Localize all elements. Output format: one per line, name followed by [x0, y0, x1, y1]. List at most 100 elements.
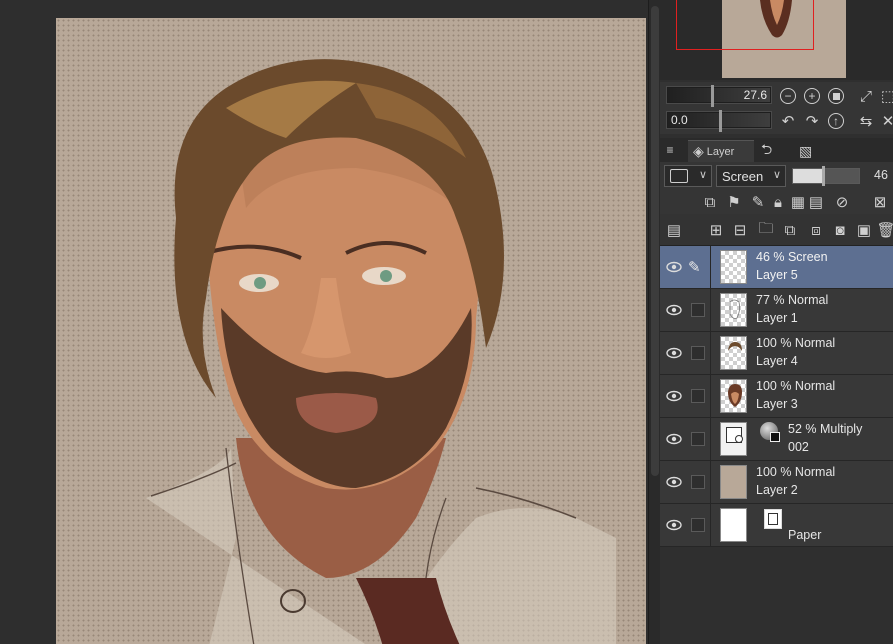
canvas-scrollbar[interactable] — [648, 0, 660, 644]
draft-layer-icon[interactable]: ✎ — [748, 192, 768, 212]
reference-layer-icon[interactable]: ⚑ — [724, 192, 744, 212]
new-raster-layer-icon[interactable]: ⊞ — [706, 220, 726, 240]
scrollbar-thumb[interactable] — [651, 6, 659, 476]
edit-target-checkbox[interactable] — [691, 475, 705, 489]
rotate-value: 0.0 — [671, 113, 688, 127]
new-folder-icon[interactable]: 🗀︎ — [756, 220, 776, 240]
layer-name: Layer 2 — [756, 483, 798, 497]
layer-thumbnail — [720, 336, 747, 370]
lock-transparent-icon[interactable]: ▦ — [788, 192, 808, 212]
layer-blend-info: 100 % Normal — [756, 465, 836, 479]
edit-target-checkbox[interactable] — [691, 303, 705, 317]
layer-row-layer-2[interactable]: 100 % Normal Layer 2 — [660, 461, 893, 504]
merge-down-icon[interactable]: ⧉ — [780, 220, 800, 240]
clip-studio-window: 27.6 − + ⤢ ⬚ 0.0 ↶ ↷ ↑ ⇆ ✕ ≡ ◈ Layer ⮌ ▧… — [0, 0, 893, 644]
actual-size-icon[interactable]: ⬚ — [878, 86, 893, 106]
mask-icon[interactable]: ◙ — [830, 220, 850, 240]
right-panel: 27.6 − + ⤢ ⬚ 0.0 ↶ ↷ ↑ ⇆ ✕ ≡ ◈ Layer ⮌ ▧… — [660, 0, 893, 644]
rotate-left-icon[interactable]: ↶ — [778, 111, 798, 131]
layer-row-paper[interactable]: Paper — [660, 504, 893, 547]
layer-thumbnail — [720, 508, 747, 542]
edit-target-checkbox[interactable] — [691, 389, 705, 403]
portrait-painting — [146, 59, 616, 644]
blend-mode-row: ∨ Screen ∨ 46 — [660, 162, 893, 190]
paper-icon — [764, 509, 782, 529]
zoom-value: 27.6 — [743, 88, 767, 102]
zoom-out-icon[interactable]: − — [778, 86, 798, 106]
palette-menu-icon[interactable]: ≡ — [662, 140, 678, 160]
chevron-down-icon: ∨ — [772, 169, 781, 181]
layer-blend-info: 52 % Multiply — [788, 422, 863, 436]
material-icon — [760, 422, 782, 444]
layer-name: Layer 1 — [756, 311, 798, 325]
layer-row-002[interactable]: 52 % Multiply 002 — [660, 418, 893, 461]
fit-window-icon[interactable]: ⤢ — [856, 86, 876, 106]
layer-thumbnail — [720, 465, 747, 499]
tab-material[interactable]: ▧ — [794, 140, 828, 162]
zoom-in-icon[interactable]: + — [802, 86, 822, 106]
rotate-slider[interactable]: 0.0 — [666, 110, 772, 132]
visibility-eye-icon[interactable] — [666, 388, 682, 404]
visibility-eye-icon[interactable] — [666, 302, 682, 318]
visibility-eye-icon[interactable] — [666, 431, 682, 447]
visibility-eye-icon[interactable] — [666, 517, 682, 533]
layer-name: Layer 3 — [756, 397, 798, 411]
layers-icon: ◈ — [693, 143, 704, 159]
transfer-down-icon[interactable]: ⧈ — [806, 220, 826, 240]
delete-layer-icon[interactable]: 🗑︎ — [876, 220, 893, 240]
visibility-eye-icon[interactable] — [666, 345, 682, 361]
visibility-eye-icon[interactable] — [666, 259, 682, 275]
lock-layer-icon[interactable]: 🔒︎ — [768, 192, 788, 212]
edit-target-checkbox[interactable] — [691, 346, 705, 360]
blend-mode-dropdown[interactable]: Screen ∨ — [716, 165, 786, 187]
chevron-down-icon: ∨ — [698, 169, 707, 181]
flip-vertical-icon[interactable]: ✕ — [878, 111, 893, 131]
opacity-slider[interactable] — [792, 166, 860, 186]
layer-name: Paper — [788, 528, 822, 542]
ruler-icon[interactable]: ⊘ — [832, 192, 852, 212]
layer-name: Layer 5 — [756, 268, 798, 282]
canvas-artwork[interactable] — [56, 18, 646, 644]
layer-color-dropdown[interactable]: ∨ — [664, 165, 712, 187]
enable-mask-icon[interactable]: ▤ — [806, 192, 826, 212]
clip-to-layer-below-icon[interactable]: ⧉ — [700, 192, 720, 212]
canvas-area[interactable] — [0, 0, 648, 644]
new-vector-layer-icon[interactable]: ⊟ — [730, 220, 750, 240]
palette-tabs: ≡ ◈ Layer ⮌ ▧ — [660, 138, 893, 162]
edit-target-checkbox[interactable] — [691, 432, 705, 446]
layer-list-empty-area — [660, 547, 893, 644]
layer-list: ✎ 46 % Screen Layer 5 77 % Normal Layer … — [660, 246, 893, 547]
layer-blend-info: 100 % Normal — [756, 336, 836, 350]
layer-row-layer-3[interactable]: 100 % Normal Layer 3 — [660, 375, 893, 418]
rotate-right-icon[interactable]: ↷ — [802, 111, 822, 131]
history-icon: ⮌ — [761, 141, 773, 157]
layer-row-layer-4[interactable]: 100 % Normal Layer 4 — [660, 332, 893, 375]
color-icon[interactable]: ⊠ — [870, 192, 890, 212]
tab-layer[interactable]: ◈ Layer — [688, 140, 754, 162]
opacity-slider-handle[interactable] — [822, 166, 825, 186]
layer-blend-info: 77 % Normal — [756, 293, 829, 307]
rotate-row: 0.0 ↶ ↷ ↑ ⇆ ✕ — [660, 108, 893, 134]
edit-target-checkbox[interactable] — [691, 518, 705, 532]
apply-mask-icon[interactable]: ▣ — [854, 220, 874, 240]
layer-name: 002 — [788, 440, 809, 454]
tab-history[interactable]: ⮌ — [756, 140, 790, 162]
layer-blend-info: 46 % Screen — [756, 250, 828, 264]
navigator-preview[interactable] — [660, 0, 893, 80]
visibility-eye-icon[interactable] — [666, 474, 682, 490]
layer-thumbnail — [720, 379, 747, 413]
zoom-slider[interactable]: 27.6 — [666, 85, 772, 107]
layer-properties-icon[interactable]: ▤ — [664, 220, 684, 240]
flip-horizontal-icon[interactable]: ⇆ — [856, 111, 876, 131]
material-icon: ▧ — [799, 142, 813, 159]
zoom-slider-handle[interactable] — [711, 85, 714, 107]
reset-rotation-icon[interactable]: ↑ — [826, 111, 846, 131]
layer-name: Layer 4 — [756, 354, 798, 368]
layer-row-layer-1[interactable]: 77 % Normal Layer 1 — [660, 289, 893, 332]
layer-blend-info: 100 % Normal — [756, 379, 836, 393]
layer-row-layer-5[interactable]: ✎ 46 % Screen Layer 5 — [660, 246, 893, 289]
rotate-slider-handle[interactable] — [719, 110, 722, 132]
fit-view-icon[interactable] — [826, 86, 846, 106]
layer-thumbnail — [720, 250, 747, 284]
navigator-view-frame[interactable] — [676, 0, 814, 50]
